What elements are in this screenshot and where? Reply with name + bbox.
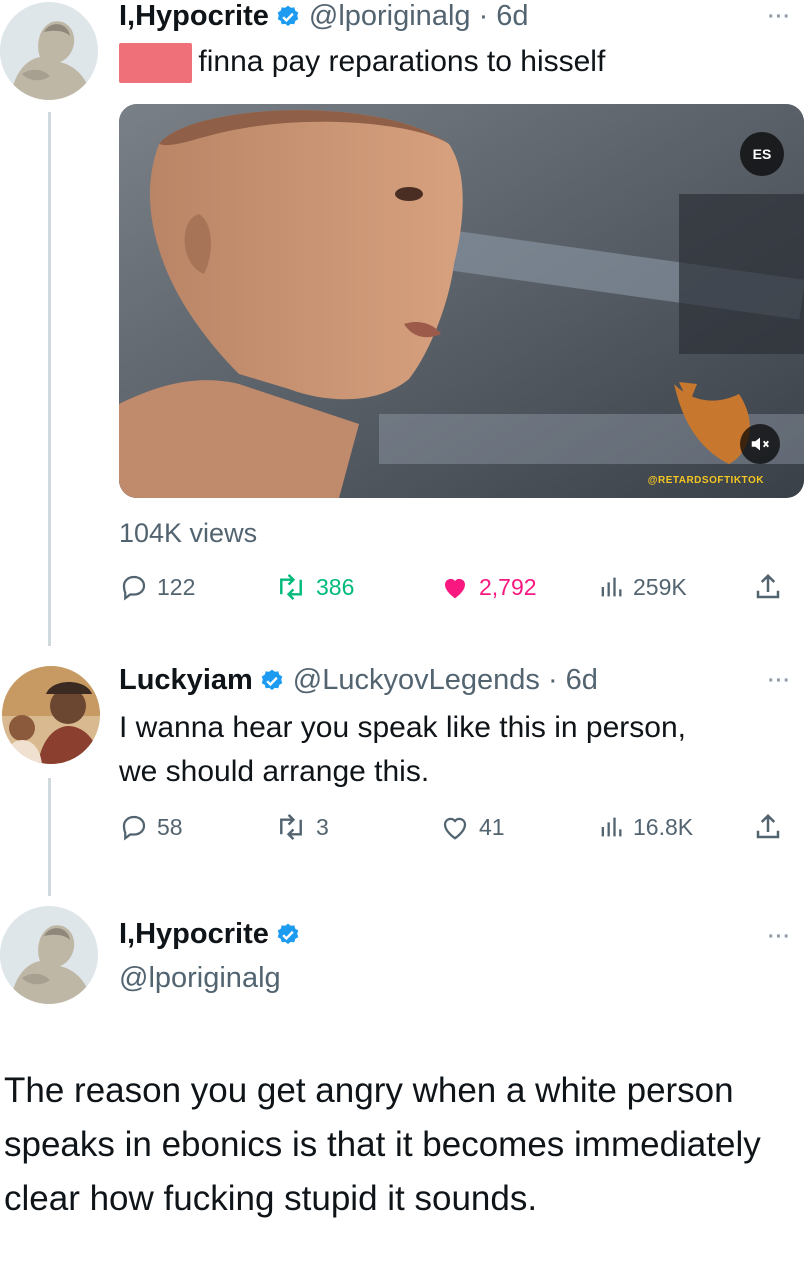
avatar[interactable] (0, 906, 98, 1004)
main-tweet-text: The reason you get angry when a white pe… (4, 1071, 761, 1218)
display-name[interactable]: Luckyiam (119, 664, 253, 697)
verified-badge-icon (261, 669, 283, 690)
tweet-text: niggafinna pay reparations to hisself (119, 40, 605, 84)
avatar[interactable] (0, 2, 98, 100)
views-button[interactable]: 259K (597, 572, 687, 602)
tweet-text-line: we should arrange this. (119, 755, 430, 788)
verified-badge-icon (277, 5, 299, 26)
tweet-text-line: I wanna hear you speak like this in pers… (119, 711, 686, 744)
share-icon (756, 573, 780, 599)
tweet-header: I,Hypocrite @lporiginalg · 6d (119, 0, 529, 33)
analytics-icon (601, 577, 622, 597)
user-avatar-image (2, 666, 100, 764)
tweet-header: I,Hypocrite (119, 918, 301, 951)
reply-count: 122 (157, 573, 196, 600)
ai-label-icon[interactable]: ES (740, 132, 784, 176)
share-button[interactable] (753, 572, 791, 602)
reply-button[interactable]: 122 (119, 572, 195, 602)
statue-avatar-image (0, 906, 98, 1004)
heart-icon (443, 817, 467, 840)
action-bar: 122 386 2,792 259K (119, 572, 805, 612)
reply-count: 58 (157, 813, 183, 840)
like-button[interactable]: 2,792 (439, 572, 537, 602)
tweet-text: I wanna hear you speak like this in pers… (119, 706, 799, 794)
share-button[interactable] (753, 812, 791, 842)
reply-button[interactable]: 58 (119, 812, 183, 842)
views-button[interactable]: 16.8K (597, 812, 693, 842)
statue-avatar-image (0, 2, 98, 100)
handle[interactable]: @LuckyovLegends · 6d (293, 664, 598, 697)
heart-filled-icon (445, 578, 465, 599)
like-button[interactable]: 41 (439, 812, 505, 842)
repost-button[interactable]: 3 (274, 812, 329, 842)
thread-line-1 (48, 112, 51, 646)
view-count: 104K views (119, 518, 258, 548)
repost-count: 3 (316, 813, 329, 840)
more-options-icon[interactable]: ··· (768, 926, 791, 949)
repost-icon (280, 573, 302, 601)
share-icon (756, 813, 780, 839)
repost-count: 386 (316, 573, 355, 600)
video-frame-image (119, 104, 804, 498)
handle[interactable]: @lporiginalg · 6d (309, 0, 529, 33)
repost-icon (280, 813, 302, 841)
action-bar: 58 3 41 16.8K (119, 812, 805, 852)
analytics-icon (601, 817, 622, 837)
thread-line-2 (48, 778, 51, 896)
reply-icon (122, 815, 146, 841)
handle[interactable]: @lporiginalg (119, 962, 281, 995)
mute-icon[interactable] (740, 424, 780, 464)
verified-badge-icon (277, 923, 299, 944)
display-name[interactable]: I,Hypocrite (119, 918, 269, 951)
video-player[interactable]: ES @RETARDSOFTIKTOK (119, 104, 804, 498)
views-count: 259K (633, 573, 687, 600)
speaker-muted-icon (751, 437, 769, 451)
redaction-mark: nigga (119, 43, 193, 84)
repost-button[interactable]: 386 (274, 572, 354, 602)
views-count: 16.8K (633, 813, 694, 840)
more-options-icon[interactable]: ··· (768, 6, 791, 29)
display-name[interactable]: I,Hypocrite (119, 0, 269, 33)
more-options-icon[interactable]: ··· (768, 670, 791, 693)
avatar[interactable] (2, 666, 100, 764)
tweet-header: Luckyiam @LuckyovLegends · 6d (119, 664, 598, 697)
reply-icon (122, 575, 146, 601)
like-count: 2,792 (479, 573, 537, 600)
like-count: 41 (479, 813, 505, 840)
video-watermark: @RETARDSOFTIKTOK (647, 475, 764, 486)
